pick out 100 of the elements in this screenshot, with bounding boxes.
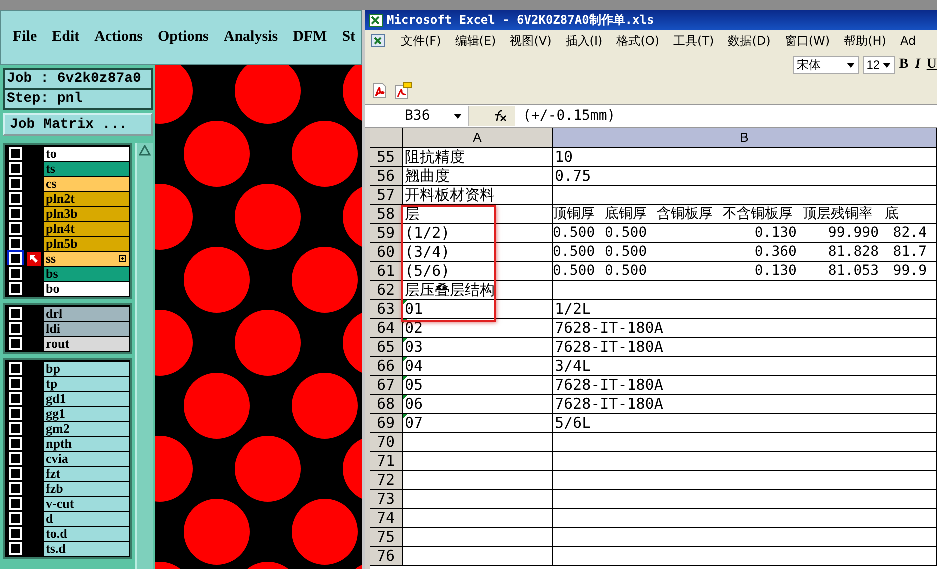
formula-field[interactable]: (+/-0.15mm) [515,108,616,124]
row-header[interactable]: 73 [370,490,403,509]
row-header[interactable]: 56 [370,167,403,186]
pdf-icon[interactable] [371,82,389,100]
pdf-comment-icon[interactable] [393,82,413,100]
layer-name[interactable]: rout [44,336,129,350]
menu-item[interactable]: 文件(F) [401,32,442,50]
style-button[interactable]: B [899,55,909,75]
row-header[interactable]: 64 [370,319,403,338]
function-icon[interactable] [493,110,507,122]
menu-item[interactable]: 格式(O) [616,32,660,50]
table-cell: 开料板材资料 [403,186,553,205]
dropdown-arrow-icon[interactable] [454,114,462,118]
layer-name[interactable]: v-cut [44,496,129,510]
table-cell-text: 0.500 [553,263,596,279]
menu-item[interactable]: 编辑(E) [455,32,496,50]
table-cell: 翘曲度 [403,167,553,186]
layer-name[interactable]: fzb [44,482,129,496]
table-cell: 3/4L [553,357,937,376]
layer-name[interactable]: pln5b [44,236,129,250]
table-cell-text: 底铜厚 [605,205,648,223]
table-cell: 7628-IT-180A [553,395,937,414]
menu-item[interactable]: 工具(T) [674,32,714,50]
layer-name[interactable]: pln3b [44,206,129,220]
layer-name[interactable]: gd1 [44,392,129,406]
layer-name[interactable]: fzt [44,466,129,480]
row-header[interactable]: 55 [370,148,403,167]
font-size-dropdown[interactable]: 12 [862,56,896,74]
menu-item[interactable]: Actions [94,29,144,46]
menu-item[interactable]: 窗口(W) [784,32,830,50]
menu-item[interactable]: Analysis [224,29,278,46]
layer-name[interactable]: pln4t [44,222,129,236]
menu-item[interactable]: 插入(I) [566,32,603,50]
style-button[interactable]: U [926,55,937,75]
pointer-arrow-icon [27,252,41,266]
layer-name[interactable]: d [44,512,129,526]
row-header[interactable]: 63 [370,300,403,319]
font-dropdown[interactable]: 宋体 [793,56,859,74]
layer-name[interactable]: ts [44,162,129,176]
row-header[interactable]: 57 [370,186,403,205]
row-header[interactable]: 65 [370,338,403,357]
layer-name[interactable]: gg1 [44,406,129,420]
table-cell-text: 0.500 [553,225,596,241]
layer-name[interactable]: pln2t [44,192,129,206]
layer-name[interactable]: drl [44,306,129,320]
table-cell: 02 [403,319,553,338]
layer-name[interactable]: tp [44,376,129,390]
row-header[interactable]: 75 [370,528,403,547]
row-header[interactable]: 74 [370,509,403,528]
row-header[interactable]: 59 [370,224,403,243]
layer-name[interactable]: bs [44,266,129,280]
menu-item[interactable]: Options [158,29,209,46]
row-header[interactable]: 76 [370,547,403,566]
layer-name[interactable]: bp [44,362,129,376]
row-header[interactable]: 58 [370,205,403,224]
row-header[interactable]: 62 [370,281,403,300]
table-cell: 03 [403,338,553,357]
menu-item[interactable]: 视图(V) [510,32,552,50]
menu-item[interactable]: 帮助(H) [844,32,886,50]
menu-item[interactable]: DFM [293,29,328,46]
row-header[interactable]: 71 [370,452,403,471]
layer-name[interactable]: cs [44,176,129,190]
row-header[interactable]: 72 [370,471,403,490]
menu-item[interactable]: 数据(D) [728,32,771,50]
layer-name[interactable]: to [44,146,129,160]
row-header[interactable]: 66 [370,357,403,376]
row-header[interactable]: 68 [370,395,403,414]
layer-name[interactable]: to.d [44,526,129,540]
dropdown-arrow-icon[interactable] [883,62,892,68]
spreadsheet-icon [371,34,387,48]
layer-name[interactable]: bo [44,282,129,296]
table-cell-text: 0.500 [605,244,648,260]
select-all-corner[interactable] [370,128,403,148]
row-header[interactable]: 67 [370,376,403,395]
layer-name[interactable]: ts.d [44,542,129,556]
layer-name[interactable]: gm2 [44,422,129,436]
row-header[interactable]: 69 [370,414,403,433]
layer-name[interactable]: cvia [44,452,129,466]
column-header[interactable]: B [553,128,937,148]
table-cell-text: 0.500 [553,244,596,260]
menu-item[interactable]: St [342,29,356,46]
menu-item[interactable]: Edit [52,29,80,46]
table-cell-text: 不含铜板厚 [723,205,794,223]
row-header[interactable]: 60 [370,243,403,262]
menu-item[interactable]: File [13,29,38,46]
dropdown-arrow-icon[interactable] [846,62,855,68]
scrollbar[interactable] [135,143,153,569]
layer-name[interactable]: npth [44,436,129,450]
style-button[interactable]: I [912,55,923,75]
column-header[interactable]: A [403,128,553,148]
table-cell-text: 82.4 [892,225,928,241]
row-header[interactable]: 61 [370,262,403,281]
row-header[interactable]: 70 [370,433,403,452]
layer-name[interactable]: ss [44,252,129,266]
layer-name[interactable]: ldi [44,322,129,336]
table-cell-text: 底 [885,205,900,223]
scroll-up-icon[interactable] [139,145,151,157]
job-matrix-button[interactable]: Job Matrix ... [3,113,153,136]
menu-item[interactable]: Ad [900,34,916,48]
table-cell-text: 0.130 [754,263,798,279]
